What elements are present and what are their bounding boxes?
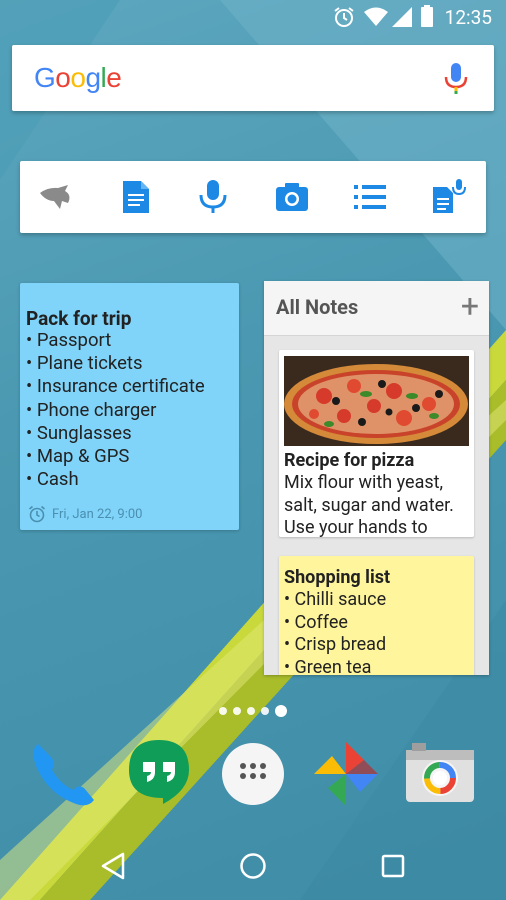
google-logo: Google [34,62,122,93]
alarm-icon [334,7,354,27]
battery-icon [421,5,433,27]
all-notes-header: All Notes + [264,281,489,336]
note-card-title: Shopping list [284,567,391,588]
page-dot [219,707,227,715]
navigation-bar [0,830,506,900]
wifi-icon [364,7,388,26]
list-item: • Insurance certificate [26,375,205,398]
audio-note-icon[interactable] [430,179,466,215]
page-indicator [0,700,506,719]
note-card-shopping[interactable]: Shopping list • Chilli sauce • Coffee • … [279,556,474,675]
app-drawer-icon[interactable] [217,738,289,810]
all-notes-title[interactable]: All Notes [276,295,358,319]
note-quick-actions [20,161,486,233]
google-search-bar[interactable]: Google [12,45,494,111]
reminder-text: Fri, Jan 22, 9:00 [52,506,143,522]
signal-icon [392,7,412,27]
note-line: • Crisp bread [284,634,387,655]
list-item: • Passport [26,329,112,351]
list-item: • Cash [26,468,79,491]
camera-note-icon[interactable] [274,179,310,215]
page-dot [233,707,241,715]
recents-icon[interactable] [381,854,405,878]
clock: 12:35 [444,6,492,29]
note-line: salt, sugar and water. [284,494,454,516]
voice-note-icon[interactable] [195,179,231,215]
hangouts-icon[interactable] [123,738,195,810]
phone-icon[interactable] [28,738,100,810]
page-dot-active [275,705,287,717]
note-line: Use your hands to [284,517,428,537]
list-item: • Sunglasses [26,421,132,444]
note-line: • Chilli sauce [284,589,387,610]
page-dot [247,707,255,715]
alarm-clock-icon [28,505,46,523]
note-line: • Green tea [284,656,372,676]
camera-icon[interactable] [404,738,476,810]
list-item: • Plane tickets [26,352,143,375]
text-note-icon[interactable] [118,179,154,215]
eagle-icon[interactable] [38,179,74,215]
reminder: Fri, Jan 22, 9:00 [28,505,142,523]
list-item: • Phone charger [26,398,157,421]
list-note-icon[interactable] [352,179,388,215]
add-note-button[interactable]: + [461,288,479,324]
photos-icon[interactable] [310,738,382,810]
note-line: • Coffee [284,611,348,633]
status-bar: 12:35 [0,0,506,34]
back-icon[interactable] [100,852,126,880]
page-dot [261,707,269,715]
note-checklist: • Passport • Plane tickets • Insurance c… [26,329,205,491]
voice-search-icon[interactable] [444,63,468,95]
note-card-body: • Chilli sauce • Coffee • Crisp bread • … [284,589,469,675]
note-title: Pack for trip [26,307,132,330]
pizza-image [284,356,469,446]
note-widget-pack-for-trip[interactable]: Pack for trip • Passport • Plane tickets… [20,283,239,530]
note-line: Mix flour with yeast, [284,472,444,493]
note-card-recipe[interactable]: Recipe for pizza Mix flour with yeast, s… [279,350,474,537]
home-icon[interactable] [239,852,267,880]
note-card-title: Recipe for pizza [284,450,415,471]
all-notes-widget: All Notes + Recipe for pizza Mix flour w… [264,281,489,675]
list-item: • Map & GPS [26,445,130,468]
note-card-body: Mix flour with yeast, salt, sugar and wa… [284,472,469,537]
